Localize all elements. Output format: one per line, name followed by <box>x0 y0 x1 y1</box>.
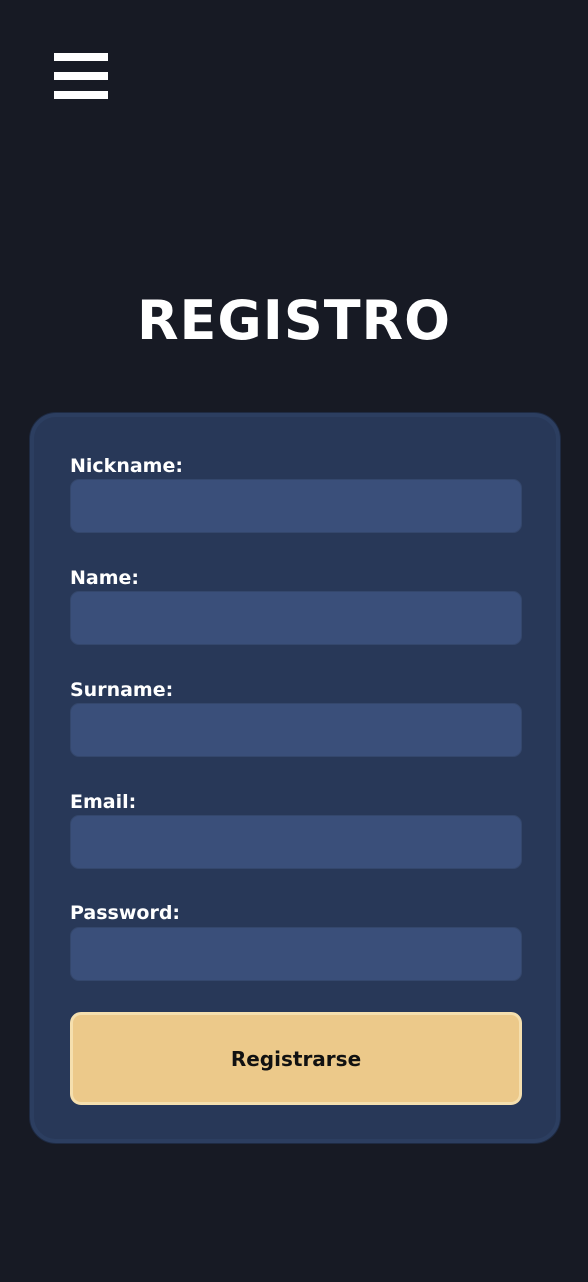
email-input[interactable] <box>70 815 522 869</box>
name-input[interactable] <box>70 591 522 645</box>
menu-icon-bar-middle <box>54 72 108 80</box>
registration-form: Nickname: Name: Surname: Email: Password… <box>30 413 560 1143</box>
register-button[interactable]: Registrarse <box>70 1012 522 1105</box>
surname-input[interactable] <box>70 703 522 757</box>
menu-icon-bar-bottom <box>54 91 108 99</box>
password-label: Password: <box>70 902 181 924</box>
name-label: Name: <box>70 567 140 589</box>
password-input[interactable] <box>70 927 522 981</box>
surname-label: Surname: <box>70 679 174 701</box>
nickname-label: Nickname: <box>70 455 183 477</box>
hamburger-menu-button[interactable] <box>54 53 108 100</box>
email-label: Email: <box>70 791 137 813</box>
menu-icon-bar-top <box>54 53 108 61</box>
page-title: REGISTRO <box>136 289 452 352</box>
nickname-input[interactable] <box>70 479 522 533</box>
